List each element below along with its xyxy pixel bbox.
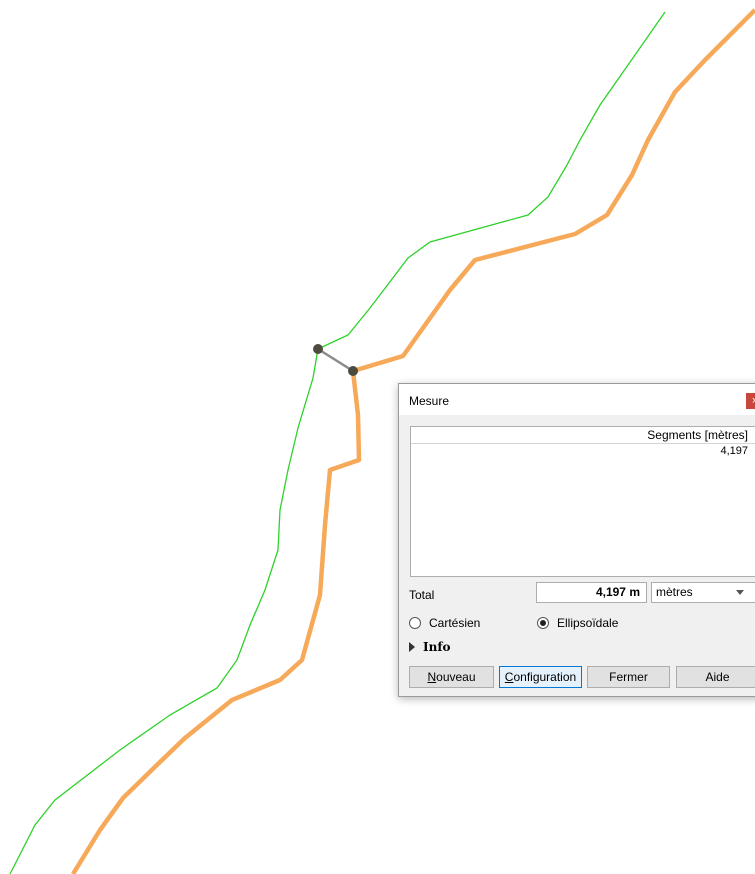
unit-dropdown-value: mètres [656, 585, 693, 599]
ellipsoidal-radio[interactable]: Ellipsoïdale [537, 616, 618, 630]
segments-table[interactable]: Segments [mètres] 4,197 [410, 426, 755, 577]
info-expander[interactable]: Info [409, 640, 451, 654]
measure-dialog: Mesure × Segments [mètres] 4,197 Total 4… [398, 383, 755, 697]
table-row[interactable]: 4,197 [411, 444, 755, 458]
total-value-field[interactable]: 4,197 m [536, 582, 647, 603]
measure-vertex-start[interactable] [313, 344, 323, 354]
chevron-down-icon [736, 590, 744, 595]
close-icon[interactable]: × [746, 393, 755, 409]
total-label: Total [409, 588, 435, 602]
configuration-button[interactable]: Configuration [499, 666, 582, 688]
dialog-titlebar[interactable]: Mesure × [399, 384, 755, 415]
cartesian-radio-label: Cartésien [429, 616, 481, 630]
ellipsoidal-radio-label: Ellipsoïdale [557, 616, 619, 630]
close-button[interactable]: Fermer [587, 666, 670, 688]
measure-vertex-end[interactable] [348, 366, 358, 376]
segments-column-header[interactable]: Segments [mètres] [411, 427, 755, 444]
radio-checked-icon [537, 617, 549, 629]
help-button[interactable]: Aide [676, 666, 755, 688]
measure-segment-line [317, 347, 354, 373]
expand-arrow-icon [409, 642, 415, 652]
dialog-title: Mesure [409, 394, 450, 408]
info-label: Info [423, 640, 451, 654]
new-button[interactable]: Nouveau [409, 666, 494, 688]
unit-dropdown[interactable]: mètres [651, 582, 755, 603]
radio-unchecked-icon [409, 617, 421, 629]
cartesian-radio[interactable]: Cartésien [409, 616, 480, 630]
